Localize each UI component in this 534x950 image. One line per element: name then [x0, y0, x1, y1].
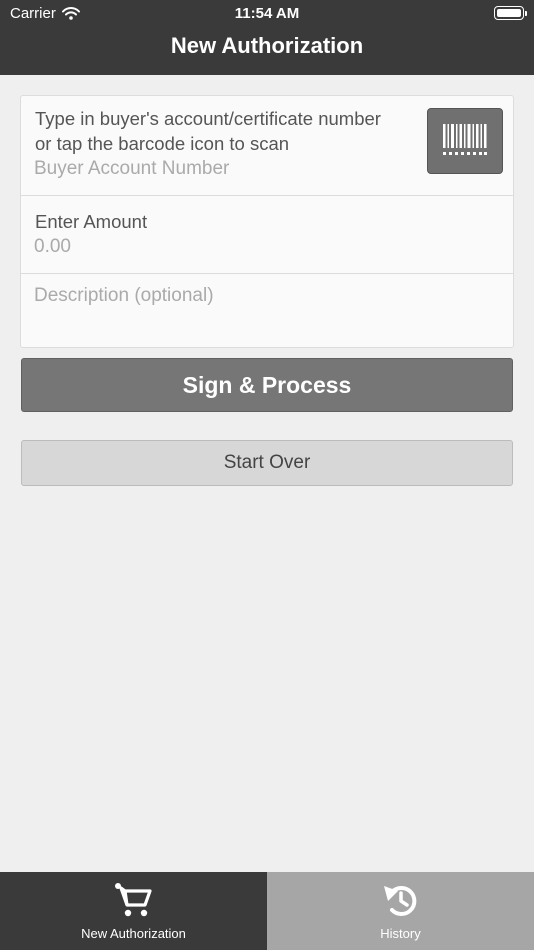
- account-instructions: Type in buyer's account/certificate numb…: [35, 106, 381, 156]
- account-number-row: Type in buyer's account/certificate numb…: [21, 96, 513, 196]
- tab-history-label: History: [380, 926, 421, 941]
- start-over-button[interactable]: Start Over: [21, 440, 513, 486]
- scan-barcode-button[interactable]: [427, 108, 503, 174]
- amount-row: Enter Amount: [21, 196, 513, 274]
- amount-input[interactable]: [34, 236, 494, 258]
- description-row: [21, 274, 513, 348]
- tab-new-authorization[interactable]: New Authorization: [0, 872, 267, 950]
- barcode-icon: [443, 124, 487, 155]
- description-input[interactable]: [34, 285, 494, 307]
- history-icon: [383, 886, 416, 916]
- navigation-bar: Carrier 11:54 AM New Authorization: [0, 0, 534, 75]
- status-bar: Carrier 11:54 AM: [0, 0, 534, 28]
- status-time: 11:54 AM: [234, 5, 300, 22]
- buyer-account-number-input[interactable]: [34, 158, 414, 180]
- tab-bar: New Authorization History: [0, 872, 534, 950]
- account-instructions-line-2: or tap the barcode icon to scan: [35, 133, 290, 154]
- battery-icon: [494, 6, 527, 20]
- page-title: New Authorization: [170, 33, 364, 58]
- account-instructions-line-1: Type in buyer's account/certificate numb…: [35, 108, 381, 129]
- tab-history[interactable]: History: [267, 872, 534, 950]
- authorization-form: Type in buyer's account/certificate numb…: [20, 95, 514, 348]
- cart-icon: [114, 883, 152, 917]
- sign-process-button[interactable]: Sign & Process: [21, 358, 513, 412]
- amount-label: Enter Amount: [35, 211, 148, 232]
- tab-new-authorization-label: New Authorization: [81, 926, 186, 941]
